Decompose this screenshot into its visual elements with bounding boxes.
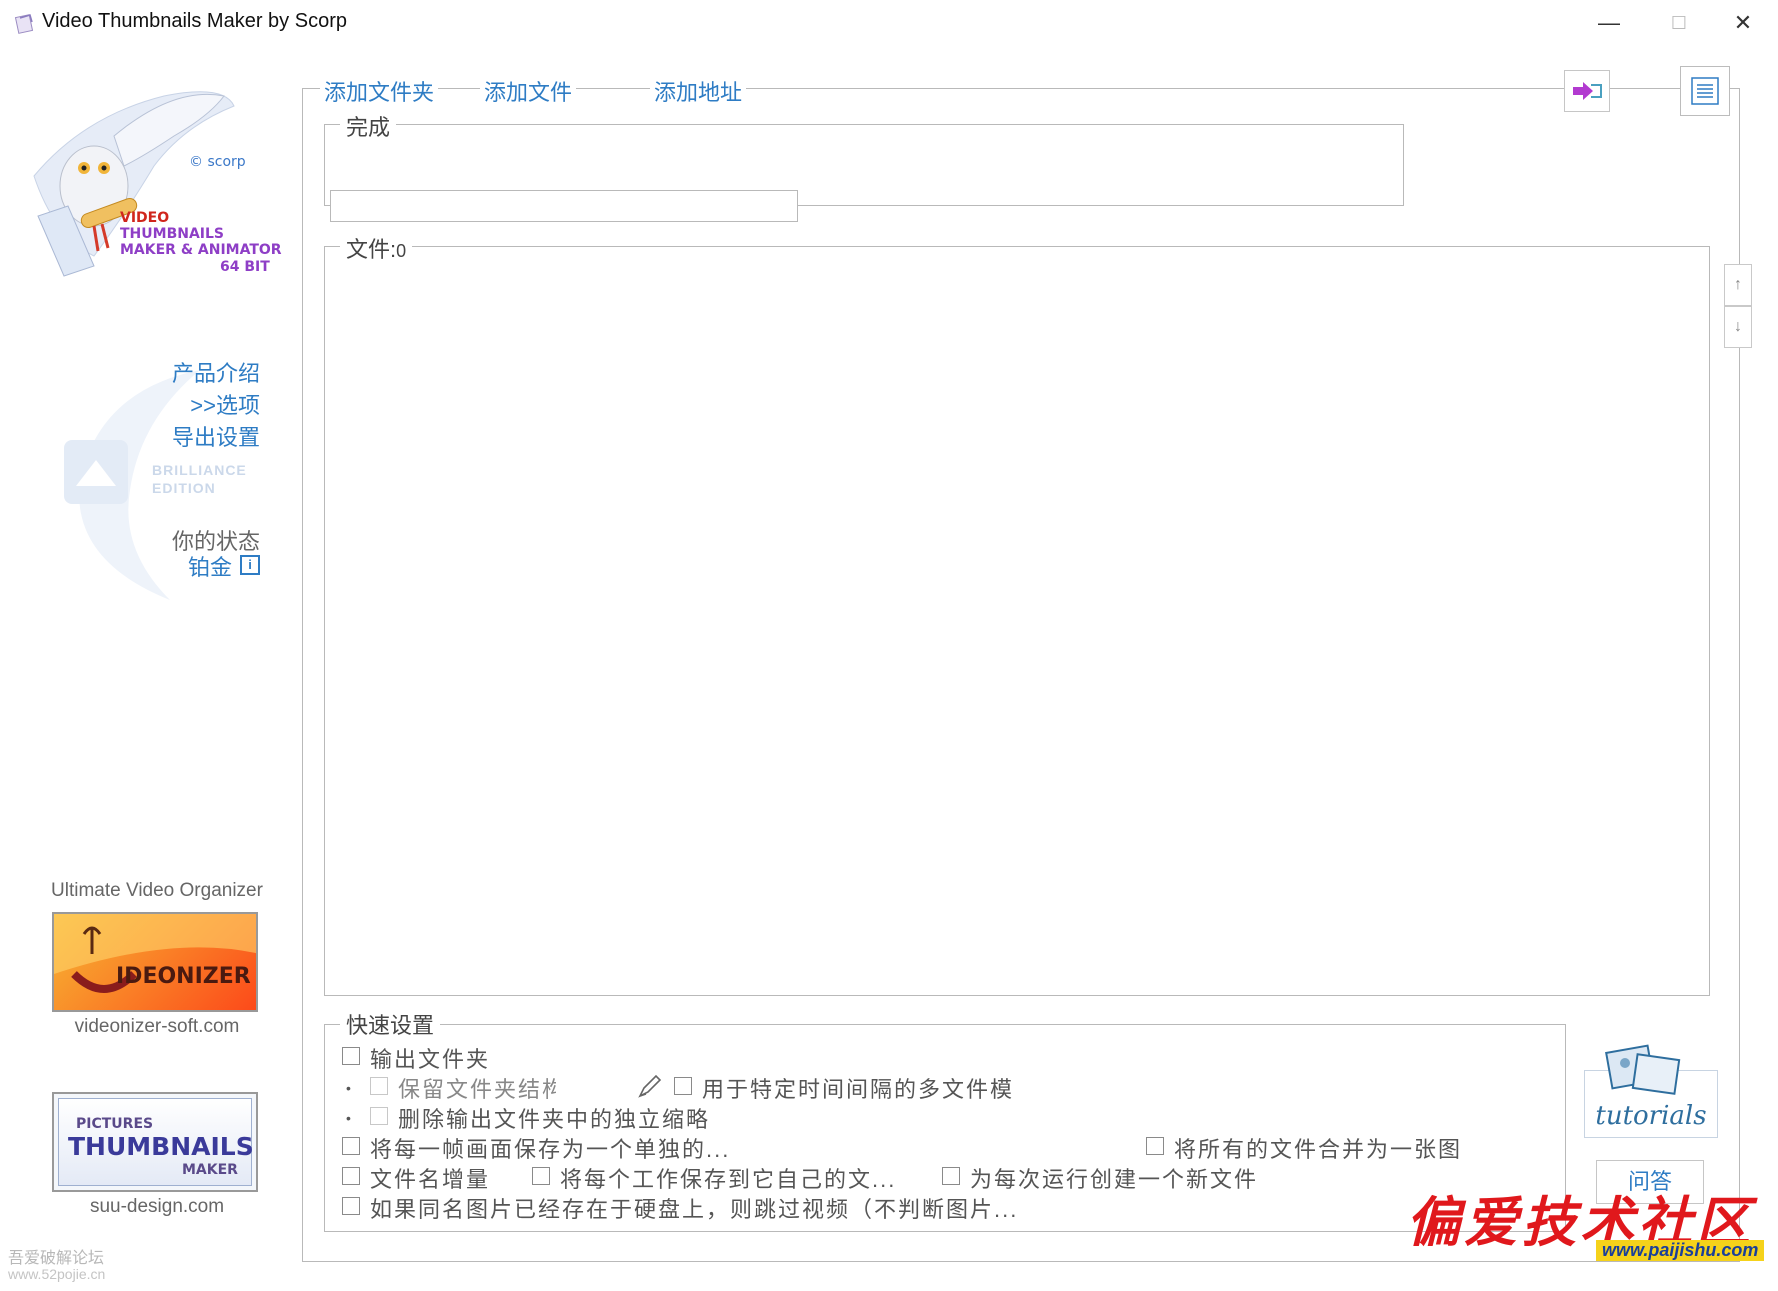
progress-legend: 完成	[340, 110, 397, 142]
logo-copyright: © scorp	[189, 154, 246, 170]
watermark-bottom-left-1: 吾爱破解论坛	[8, 1250, 105, 1267]
promo1-url[interactable]: videonizer-soft.com	[0, 1016, 314, 1038]
videonizer-logo-icon	[54, 914, 256, 993]
pencil-icon[interactable]	[636, 1072, 664, 1100]
logo-line2: THUMBNAILS	[120, 226, 225, 242]
add-file-link[interactable]: 添加文件	[480, 75, 577, 107]
files-count: 0	[396, 241, 407, 261]
edition-line2: EDITION	[152, 480, 216, 496]
videonizer-banner[interactable]: IDEONIZER	[52, 912, 258, 1012]
add-url-link[interactable]: 添加地址	[650, 75, 747, 107]
nav-product-intro[interactable]: 产品介绍	[172, 356, 260, 388]
save-each-job-label: 将每个工作保存到它自己的文...	[560, 1167, 897, 1192]
delete-thumbs-label: 删除输出文件夹中的独立缩略	[398, 1107, 711, 1132]
bullet-icon: •	[346, 1080, 351, 1096]
merge-all-checkbox[interactable]	[1146, 1137, 1164, 1155]
keep-structure-checkbox[interactable]	[370, 1077, 388, 1095]
files-list-panel[interactable]	[324, 246, 1710, 996]
edition-line1: BRILLIANCE	[152, 462, 247, 478]
promo2-line2: THUMBNAILS	[68, 1132, 254, 1161]
window-title: Video Thumbnails Maker by Scorp	[42, 10, 347, 32]
keep-structure-label: 保留文件夹结构	[398, 1077, 556, 1102]
status-value: 铂金	[188, 555, 233, 580]
new-file-each-run-label: 为每次运行创建一个新文件	[970, 1167, 1259, 1192]
watermark-bottom-right-2: www.paijishu.com	[1596, 1240, 1765, 1261]
move-down-button[interactable]: ↓	[1724, 306, 1752, 348]
add-folder-link[interactable]: 添加文件夹	[320, 75, 439, 107]
promo2-line1: PICTURES	[76, 1116, 154, 1132]
new-file-each-run-checkbox[interactable]	[942, 1167, 960, 1185]
promo2-url[interactable]: suu-design.com	[0, 1196, 314, 1218]
promo2-line3: MAKER	[182, 1162, 238, 1178]
files-legend: 文件:0	[340, 232, 413, 264]
filename-increment-checkbox[interactable]	[342, 1167, 360, 1185]
interval-mode-label: 用于特定时间间隔的多文件模	[702, 1077, 1015, 1102]
save-each-frame-label: 将每一帧画面保存为一个单独的...	[370, 1137, 731, 1162]
app-logo: © scorp VIDEO THUMBNAILS MAKER & ANIMATO…	[24, 76, 294, 316]
quick-settings-legend: 快速设置	[340, 1008, 441, 1040]
import-button[interactable]	[1564, 70, 1610, 112]
pictures-thumbnails-banner[interactable]: PICTURES THUMBNAILS MAKER	[52, 1092, 258, 1192]
delete-thumbs-checkbox[interactable]	[370, 1107, 388, 1125]
move-up-button[interactable]: ↑	[1724, 264, 1752, 306]
promo1-caption: Ultimate Video Organizer	[51, 880, 263, 901]
title-bar: Video Thumbnails Maker by Scorp — ☐ ✕	[0, 0, 1778, 46]
close-button[interactable]: ✕	[1708, 0, 1778, 46]
maximize-button[interactable]: ☐	[1644, 0, 1714, 46]
skip-existing-label: 如果同名图片已经存在于硬盘上，则跳过视频（不判断图片...	[370, 1197, 1019, 1222]
owl-logo-icon	[33, 91, 235, 277]
skip-existing-checkbox[interactable]	[342, 1197, 360, 1215]
logo-line3: MAKER & ANIMATOR	[120, 242, 282, 258]
menu-button[interactable]	[1680, 66, 1730, 116]
progress-bar	[330, 190, 798, 222]
output-folder-label: 输出文件夹	[370, 1047, 491, 1072]
logo-line4: 64 BIT	[220, 259, 270, 275]
tutorials-label: tutorials	[1595, 1101, 1707, 1131]
tutorials-button[interactable]: tutorials	[1584, 1044, 1718, 1138]
merge-all-label: 将所有的文件合并为一张图	[1174, 1137, 1463, 1162]
info-icon[interactable]: i	[240, 555, 260, 575]
minimize-button[interactable]: —	[1574, 0, 1644, 46]
filename-increment-label: 文件名增量	[370, 1167, 488, 1192]
list-icon	[1691, 77, 1719, 105]
logo-line1: VIDEO	[120, 210, 170, 226]
app-icon	[14, 14, 34, 34]
watermark-bottom-left-2: www.52pojie.cn	[8, 1266, 106, 1282]
tutorials-pictures-icon	[1605, 1044, 1681, 1095]
arrow-import-icon	[1573, 82, 1602, 100]
save-each-frame-checkbox[interactable]	[342, 1137, 360, 1155]
nav-export-settings[interactable]: 导出设置	[172, 420, 260, 452]
bullet-icon: •	[346, 1110, 351, 1126]
nav-options[interactable]: >>选项	[190, 388, 260, 420]
videonizer-text: IDEONIZER	[116, 964, 251, 989]
output-folder-checkbox[interactable]	[342, 1047, 360, 1065]
save-each-job-checkbox[interactable]	[532, 1167, 550, 1185]
interval-mode-checkbox[interactable]	[674, 1077, 692, 1095]
